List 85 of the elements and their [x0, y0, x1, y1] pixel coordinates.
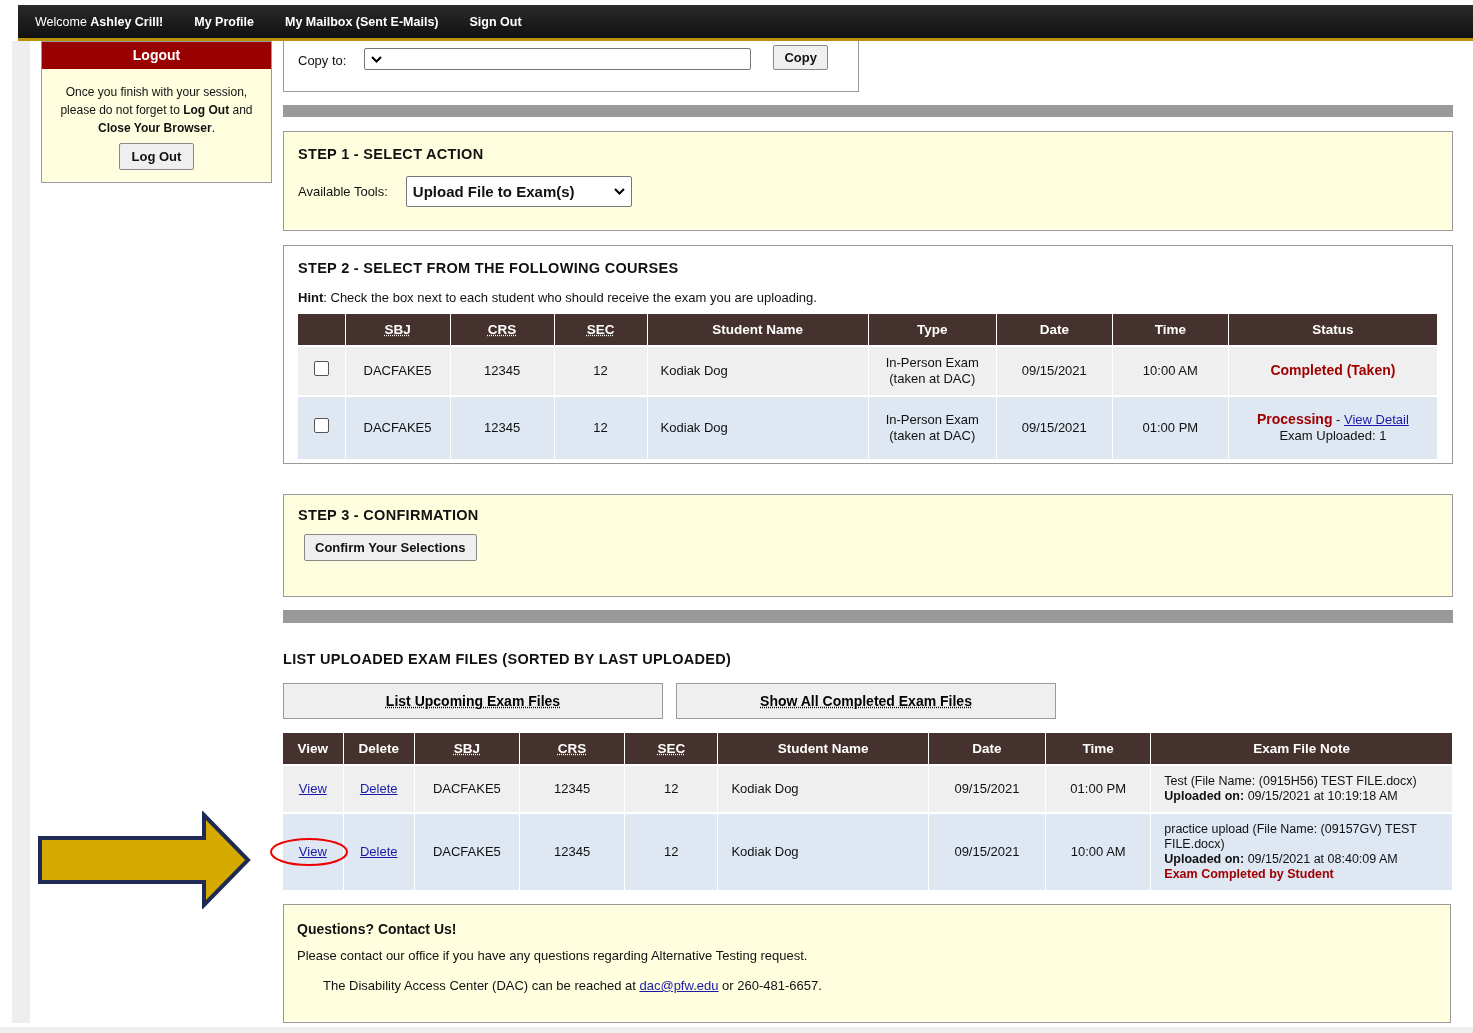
- copy-button[interactable]: Copy: [773, 45, 828, 70]
- welcome-text: Welcome Ashley Crill!: [35, 14, 164, 29]
- table-cell: 12345: [450, 395, 555, 459]
- column-header: SEC: [554, 313, 648, 346]
- step-title: STEP 2 - SELECT FROM THE FOLLOWING COURSES: [298, 259, 680, 276]
- step-title: STEP 3 - CONFIRMATION: [298, 506, 480, 523]
- table-cell: Kodiak Dog: [717, 764, 929, 813]
- separator-text: -: [1335, 412, 1342, 428]
- column-header: Status: [1228, 313, 1438, 346]
- table-cell: 12345: [450, 345, 555, 396]
- tools-select[interactable]: Upload File to Exam(s): [405, 176, 632, 208]
- column-header: View: [283, 732, 344, 765]
- logout-message: Once you finish with your session, please do not forget to Log Out and Close Your Browser.: [59, 84, 254, 137]
- column-header: SBJ: [345, 313, 451, 346]
- checkbox[interactable]: [313, 418, 329, 434]
- table-cell: Kodiak Dog: [647, 345, 869, 396]
- alert-text: Exam Completed by Student: [1164, 866, 1335, 882]
- table-cell: 12: [624, 812, 718, 890]
- table-cell: In-Person Exam (taken at DAC): [868, 395, 997, 459]
- confirm-button[interactable]: Confirm Your Selections: [304, 533, 477, 561]
- field-label: Available Tools:: [298, 184, 388, 200]
- table-cell: 10:00 AM: [1045, 812, 1151, 890]
- hint-text: Hint: Check the box next to each student who should receive the exam you are uploading.: [298, 289, 818, 305]
- section-title: LIST UPLOADED EXAM FILES (SORTED BY LAST UPLOADED): [283, 650, 733, 667]
- contact-text: Please contact our office if you have any questions regarding Alternative Testing request.: [297, 947, 809, 963]
- nav-link[interactable]: My Mailbox (Sent E-Mails): [285, 14, 439, 29]
- panel-title: Logout: [42, 42, 271, 69]
- table-cell: 12345: [519, 764, 625, 813]
- column-header: CRS: [450, 313, 555, 346]
- table-cell: 12345: [519, 812, 625, 890]
- delete-link[interactable]: Delete: [359, 780, 398, 796]
- note-text: practice upload (File Name: (09157GV) TEST FILE.docx): [1164, 821, 1418, 852]
- contact-text: or 260-481-6657.: [722, 977, 822, 993]
- checkbox[interactable]: [313, 361, 329, 377]
- log-out-button[interactable]: Log Out: [118, 143, 195, 170]
- table-cell: In-Person Exam (taken at DAC): [868, 345, 997, 396]
- table-cell: 12: [624, 764, 718, 813]
- copy-to-select[interactable]: [364, 48, 752, 70]
- column-header: Time: [1045, 732, 1151, 765]
- status-detail: Exam Uploaded: 1: [1279, 428, 1387, 444]
- step-title: STEP 1 - SELECT ACTION: [298, 146, 485, 163]
- field-label: Copy to:: [298, 53, 347, 68]
- table-cell: DACFAKE5: [345, 395, 451, 459]
- column-header: Type: [868, 313, 997, 346]
- list-button[interactable]: List Upcoming Exam Files: [283, 682, 663, 719]
- column-header: Date: [928, 732, 1046, 765]
- column-header: SEC: [624, 732, 718, 765]
- table-cell: 12: [554, 345, 648, 396]
- column-header: CRS: [519, 732, 625, 765]
- table-cell: 09/15/2021: [928, 764, 1046, 813]
- nav-link[interactable]: Sign Out: [469, 14, 522, 29]
- list-button[interactable]: Show All Completed Exam Files: [676, 682, 1056, 719]
- table-cell: DACFAKE5: [414, 764, 520, 813]
- table-cell: Kodiak Dog: [647, 395, 869, 459]
- contact-text: The Disability Access Center (DAC) can be reached at: [323, 977, 636, 993]
- chevron-icon: [613, 188, 625, 196]
- column-header: SBJ: [414, 732, 520, 765]
- table-cell: Kodiak Dog: [717, 812, 929, 890]
- column-header: Delete: [343, 732, 415, 765]
- column-header: Date: [996, 313, 1113, 346]
- note-text: Test (File Name: (0915H56) TEST FILE.docx): [1164, 773, 1418, 789]
- status-text: Completed (Taken): [1270, 362, 1396, 379]
- column-header: Student Name: [647, 313, 869, 346]
- table-cell: DACFAKE5: [345, 345, 451, 396]
- table-cell: DACFAKE5: [414, 812, 520, 890]
- column-header: Student Name: [717, 732, 929, 765]
- note-text: Uploaded on: 09/15/2021 at 10:19:18 AM: [1164, 788, 1399, 804]
- email-link[interactable]: dac@pfw.edu: [639, 977, 719, 993]
- view-link[interactable]: View: [298, 780, 327, 796]
- table-cell: 10:00 AM: [1112, 345, 1229, 396]
- column-header: Time: [1112, 313, 1229, 346]
- delete-link[interactable]: Delete: [359, 843, 398, 859]
- table-cell: 12: [554, 395, 648, 459]
- note-text: Uploaded on: 09/15/2021 at 08:40:09 AM: [1164, 851, 1399, 867]
- table-cell: 09/15/2021: [928, 812, 1046, 890]
- contact-title: Questions? Contact Us!: [297, 920, 458, 937]
- nav-link[interactable]: My Profile: [194, 14, 255, 29]
- table-cell: 01:00 PM: [1045, 764, 1151, 813]
- table-cell: 01:00 PM: [1112, 395, 1229, 459]
- column-header: Exam File Note: [1150, 732, 1453, 765]
- status-text: Processing: [1257, 411, 1333, 428]
- view-detail-link[interactable]: View Detail: [1344, 412, 1409, 428]
- chevron-icon: [371, 55, 383, 63]
- table-cell: 09/15/2021: [996, 345, 1113, 396]
- table-cell: 09/15/2021: [996, 395, 1113, 459]
